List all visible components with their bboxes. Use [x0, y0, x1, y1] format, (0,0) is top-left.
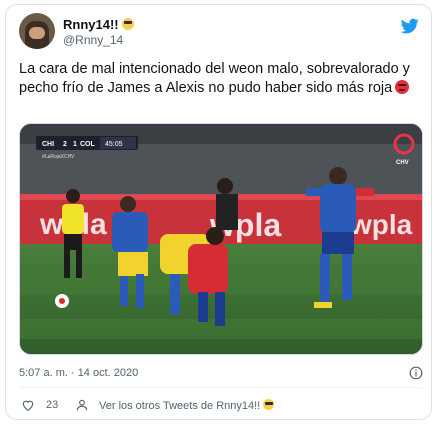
- score-home-team: CHI: [42, 141, 54, 148]
- match-clock: 45:05: [105, 141, 123, 148]
- tweet-timestamp[interactable]: 5:07 a. m. · 14 oct. 2020: [19, 367, 138, 379]
- heart-icon[interactable]: [21, 398, 35, 412]
- angry-emoji-icon: [395, 80, 410, 94]
- sunglasses-emoji-icon: [121, 18, 134, 30]
- score-away: 1: [73, 141, 77, 148]
- score-home: 2: [63, 141, 67, 148]
- twitter-bird-icon[interactable]: [401, 17, 419, 35]
- info-icon[interactable]: [409, 366, 423, 380]
- author-block[interactable]: Rnny14!! @Rnny_14: [63, 17, 134, 47]
- match-frame: wpla wpla wpla: [20, 124, 422, 354]
- tweet-text: La cara de mal intencionado del weon mal…: [19, 61, 410, 96]
- hashtag: #LaRojaXCHV: [42, 154, 75, 160]
- person-icon[interactable]: [75, 398, 89, 412]
- divider: [19, 387, 422, 388]
- author-display-name[interactable]: Rnny14!!: [63, 17, 134, 33]
- tweet-actions: 23 Ver los otros Tweets de Rnny14!!: [19, 395, 423, 415]
- like-count[interactable]: 23: [46, 399, 58, 411]
- ad-board-text-3: wpla: [349, 209, 413, 240]
- tweet-media[interactable]: wpla wpla wpla: [19, 123, 423, 355]
- tweet-meta: 5:07 a. m. · 14 oct. 2020: [19, 366, 423, 380]
- avatar[interactable]: [19, 13, 55, 49]
- svg-text:CHV: CHV: [396, 160, 409, 166]
- author-handle[interactable]: @Rnny_14: [63, 33, 134, 47]
- score-away-team: COL: [80, 141, 96, 148]
- tweet-header: Rnny14!! @Rnny_14: [19, 13, 419, 53]
- see-more-tweets-link[interactable]: Ver los otros Tweets de Rnny14!!: [99, 399, 275, 412]
- tweet-card: Rnny14!! @Rnny_14 La cara de mal intenci…: [5, 4, 432, 420]
- sunglasses-emoji-icon: [263, 399, 275, 410]
